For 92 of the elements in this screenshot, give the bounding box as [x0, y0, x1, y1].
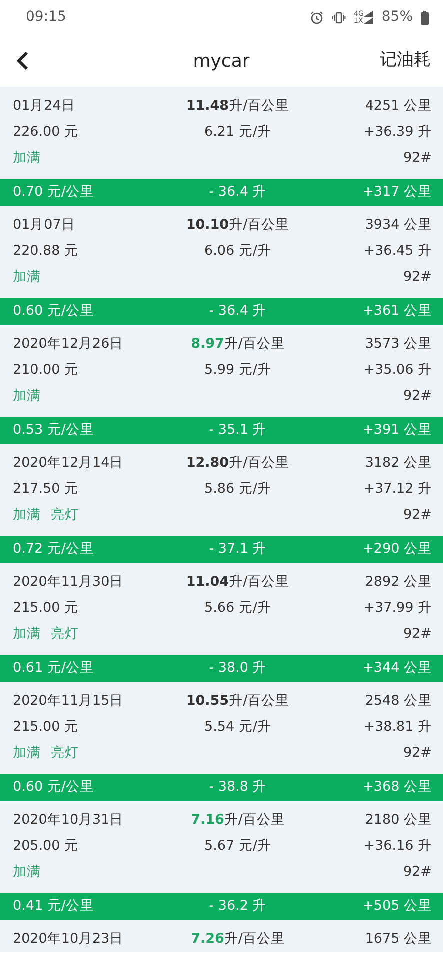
date-text: 2020年11月15日 [13, 692, 125, 711]
odometer-text: 3182 公里 [364, 454, 432, 473]
tag-text: 加满 [13, 506, 41, 525]
vibrate-icon [332, 12, 346, 24]
cost-per-km: 0.72 元/公里 [13, 540, 95, 560]
odometer-text: 2548 公里 [364, 692, 432, 711]
back-button[interactable] [16, 51, 30, 71]
distance-text: +368 公里 [362, 778, 432, 798]
fuel-used: - 35.1 升 [208, 421, 268, 440]
tag-text: 加满 [13, 624, 41, 644]
amount-text: 215.00 元 [13, 598, 80, 618]
cost-per-km: 0.53 元/公里 [13, 421, 95, 440]
price-text: 5.67 元/升 [204, 836, 272, 856]
date-text: 2020年12月26日 [13, 334, 125, 354]
volume-text: +36.45 升 [362, 242, 432, 261]
odometer-text: 1675 公里 [364, 930, 432, 949]
cost-per-km: 0.60 元/公里 [13, 302, 95, 322]
amount-text: 215.00 元 [13, 718, 80, 737]
tag-text: 亮灯 [51, 744, 79, 763]
cost-per-km: 0.41 元/公里 [13, 897, 95, 916]
date-text: 01月07日 [13, 216, 76, 235]
price-text: 5.54 元/升 [204, 718, 272, 737]
tag-text: 加满 [13, 744, 41, 763]
price-text: 5.86 元/升 [204, 480, 272, 499]
page-title: mycar [193, 50, 250, 74]
consumption-text: 11.04升/百公里 [185, 572, 291, 592]
fuel-grade: 92# [402, 862, 432, 882]
amount-text: 205.00 元 [13, 836, 80, 856]
tag-text: 加满 [13, 862, 41, 882]
record-fuel-link[interactable]: 记油耗 [380, 48, 431, 74]
tag-text: 加满 [13, 148, 41, 168]
fuel-grade: 92# [402, 506, 432, 525]
fuel-grade: 92# [402, 744, 432, 763]
odometer-text: 3573 公里 [364, 334, 432, 354]
distance-text: +344 公里 [362, 659, 432, 678]
date-text: 2020年10月23日 [13, 930, 125, 949]
consumption-text: 7.16升/百公里 [190, 810, 286, 830]
amount-text: 226.00 元 [13, 122, 80, 142]
date-text: 2020年11月30日 [13, 572, 125, 592]
fuel-used: - 36.4 升 [208, 302, 268, 322]
price-text: 5.99 元/升 [204, 360, 272, 380]
consumption-text: 11.48升/百公里 [185, 96, 291, 116]
volume-text: +35.06 升 [362, 360, 432, 380]
distance-text: +361 公里 [362, 302, 432, 322]
date-text: 2020年10月31日 [13, 810, 125, 830]
fuel-used: - 38.0 升 [208, 659, 268, 678]
volume-text: +38.81 升 [362, 718, 432, 737]
odometer-text: 2892 公里 [364, 572, 432, 592]
tag-text: 加满 [13, 386, 41, 406]
battery-percentage: 85% [382, 8, 413, 27]
tag-text: 亮灯 [51, 624, 79, 644]
battery-icon [421, 10, 429, 24]
volume-text: +37.99 升 [362, 598, 432, 618]
odometer-text: 3934 公里 [364, 216, 432, 235]
consumption-text: 10.55升/百公里 [185, 692, 291, 711]
tag-text: 加满 [13, 268, 41, 287]
consumption-text: 10.10升/百公里 [185, 216, 291, 235]
cost-per-km: 0.70 元/公里 [13, 183, 95, 202]
fuel-grade: 92# [402, 624, 432, 644]
amount-text: 220.88 元 [13, 242, 80, 261]
fuel-grade: 92# [402, 148, 432, 168]
odometer-text: 4251 公里 [364, 96, 432, 116]
volume-text: +36.39 升 [362, 122, 432, 142]
clock-time: 09:15 [26, 8, 66, 27]
odometer-text: 2180 公里 [364, 810, 432, 830]
date-text: 01月24日 [13, 96, 76, 116]
fuel-grade: 92# [402, 268, 432, 287]
volume-text: +36.16 升 [362, 836, 432, 856]
distance-text: +391 公里 [362, 421, 432, 440]
amount-text: 217.50 元 [13, 480, 80, 499]
price-text: 5.66 元/升 [204, 598, 272, 618]
distance-text: +505 公里 [362, 897, 432, 916]
amount-text: 210.00 元 [13, 360, 80, 380]
consumption-text: 8.97升/百公里 [190, 334, 286, 354]
fuel-used: - 38.8 升 [208, 778, 268, 798]
tag-text: 亮灯 [51, 506, 79, 525]
consumption-text: 12.80升/百公里 [185, 454, 291, 473]
distance-text: +317 公里 [362, 183, 432, 202]
cost-per-km: 0.60 元/公里 [13, 778, 95, 798]
price-text: 6.21 元/升 [204, 122, 272, 142]
volume-text: +37.12 升 [362, 480, 432, 499]
fuel-used: - 36.2 升 [208, 897, 268, 916]
fuel-used: - 36.4 升 [208, 183, 268, 202]
alarm-icon [310, 10, 324, 24]
price-text: 6.06 元/升 [204, 242, 272, 261]
cost-per-km: 0.61 元/公里 [13, 659, 95, 678]
date-text: 2020年12月14日 [13, 454, 125, 473]
distance-text: +290 公里 [362, 540, 432, 560]
fuel-used: - 37.1 升 [208, 540, 268, 560]
consumption-text: 7.26升/百公里 [190, 930, 286, 949]
signal-icon [364, 11, 374, 24]
fuel-grade: 92# [402, 386, 432, 406]
